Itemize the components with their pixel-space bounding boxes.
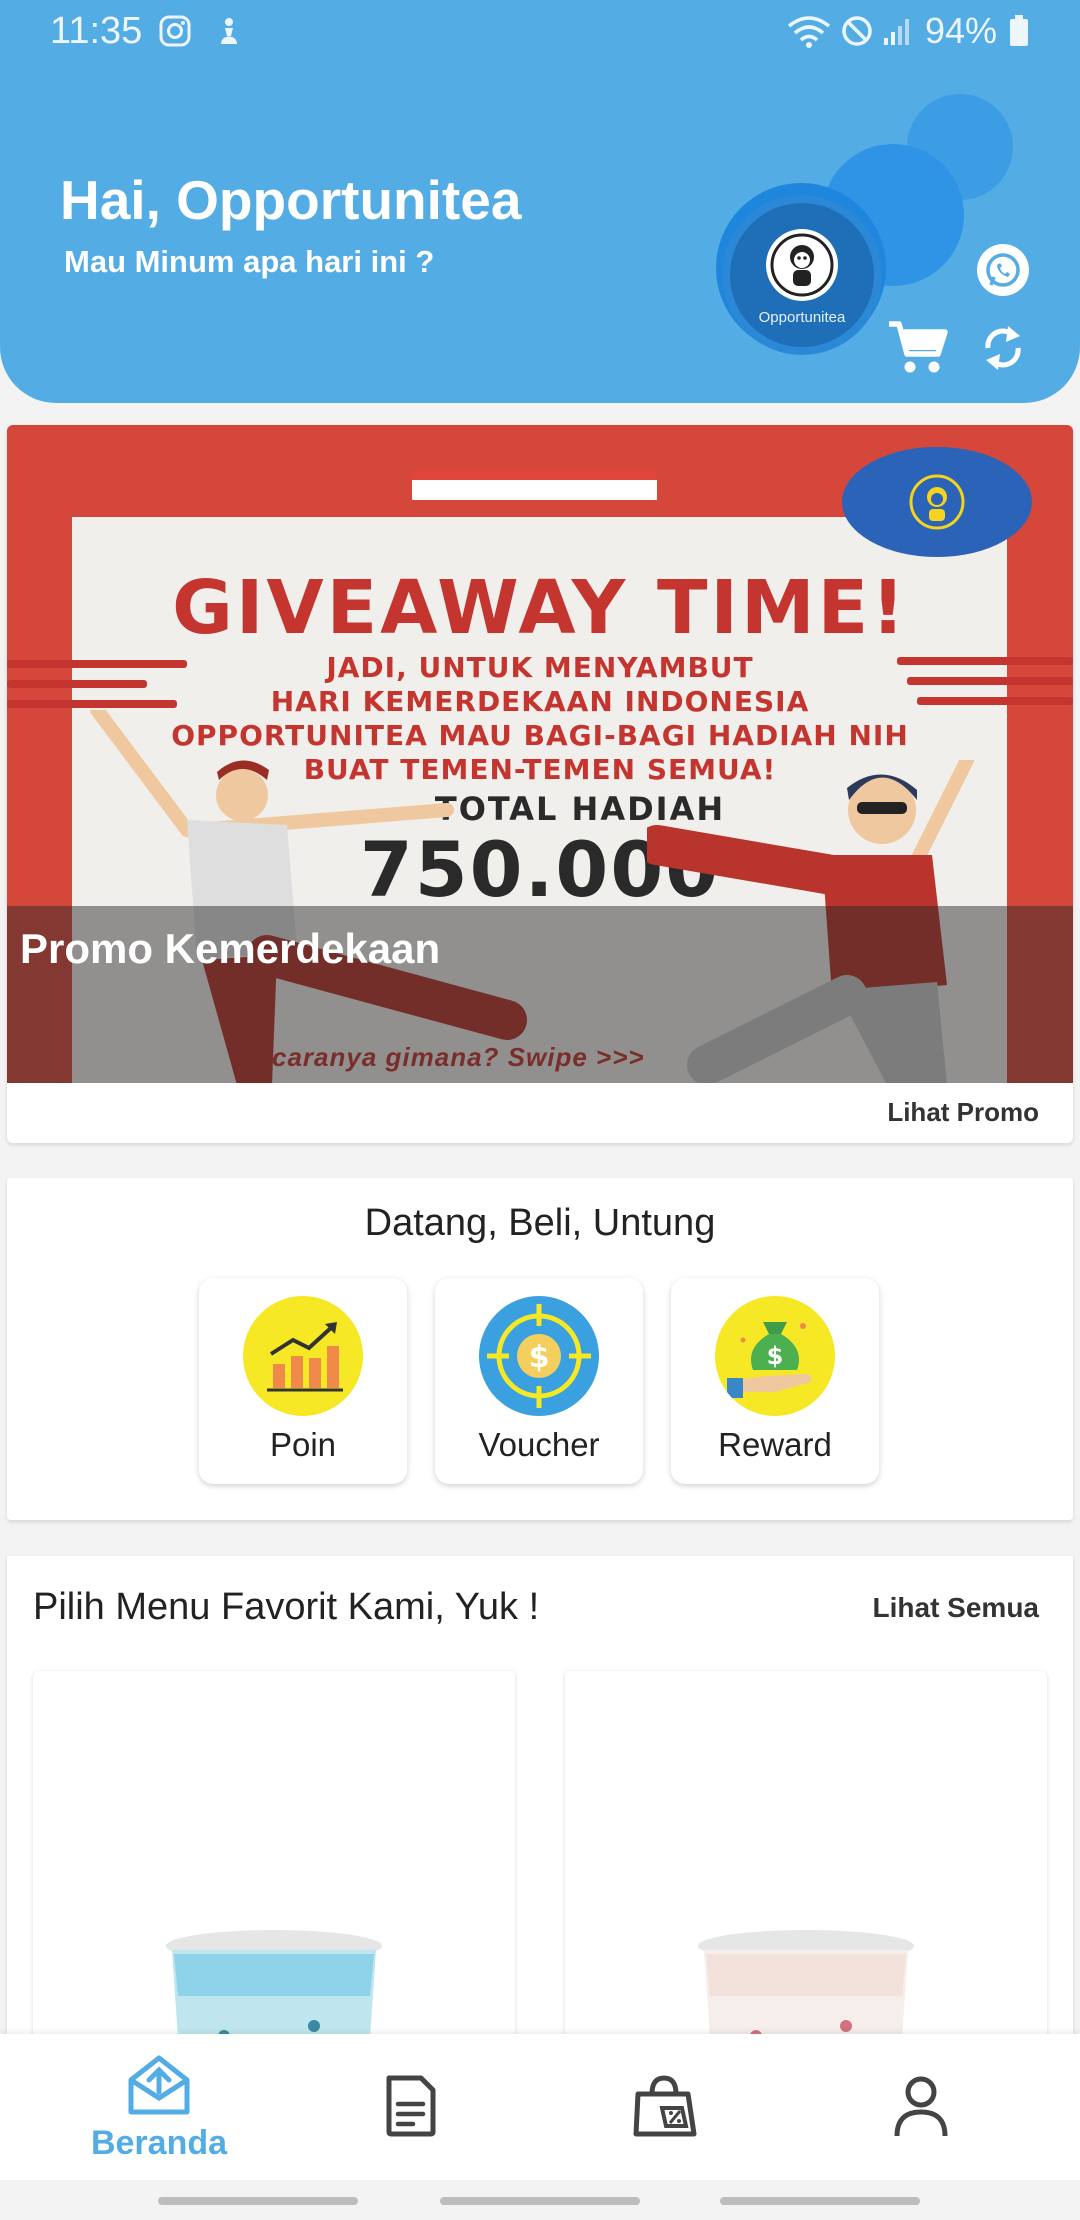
gesture-handle[interactable] (440, 2197, 640, 2205)
voucher-button[interactable]: $ Voucher (435, 1278, 643, 1484)
cart-button[interactable] (886, 318, 950, 383)
gesture-handle[interactable] (720, 2197, 920, 2205)
greeting-title: Hai, Opportunitea (60, 169, 522, 231)
wifi-icon (786, 14, 832, 55)
system-gesture-bar (0, 2180, 1080, 2220)
monkey-mascot-icon (909, 474, 965, 530)
whatsapp-icon (986, 253, 1020, 287)
greeting-subtitle: Mau Minum apa hari ini ? (64, 244, 435, 279)
whatsapp-button[interactable] (977, 244, 1029, 296)
cart-icon (889, 321, 948, 373)
store-logo: Opportunitea (722, 195, 882, 355)
banner-logo (842, 447, 1032, 557)
monkey-mascot-icon (766, 228, 838, 301)
refresh-button[interactable] (978, 318, 1028, 383)
nav-item-orders[interactable] (270, 2034, 540, 2180)
money-bag-hand-icon: $ (715, 1296, 835, 1416)
notification-app-icon (212, 14, 246, 53)
home-icon (128, 2055, 190, 2115)
status-bar: 11:35 94% (0, 0, 1080, 64)
features-card: Datang, Beli, Untung Poin $ Voucher $ Re… (7, 1178, 1073, 1520)
signal-icon (880, 14, 914, 53)
reward-button[interactable]: $ Reward (671, 1278, 879, 1484)
do-not-disturb-icon (840, 14, 874, 53)
promo-bag-icon (633, 2075, 697, 2137)
features-title: Datang, Beli, Untung (364, 1202, 716, 1244)
poin-label: Poin (269, 1426, 337, 1463)
header: 11:35 94% Hai, Opportunitea Mau Minum ap… (0, 0, 1080, 403)
document-icon (386, 2075, 436, 2137)
svg-text:$: $ (529, 1340, 550, 1375)
nav-item-promo[interactable] (540, 2034, 810, 2180)
banner-flag (412, 470, 657, 500)
bottom-nav: Beranda (0, 2034, 1080, 2180)
banner-headline: GIVEAWAY TIME! (172, 565, 908, 651)
promo-title: Promo Kemerdekaan (20, 925, 441, 972)
see-promo-link[interactable]: Lihat Promo (887, 1097, 1039, 1128)
battery-icon (1008, 14, 1030, 53)
menu-title: Pilih Menu Favorit Kami, Yuk ! (33, 1586, 540, 1628)
nav-item-beranda[interactable]: Beranda (0, 2034, 270, 2180)
poin-button[interactable]: Poin (199, 1278, 407, 1484)
profile-icon (894, 2076, 948, 2137)
app-screen: 11:35 94% Hai, Opportunitea Mau Minum ap… (0, 0, 1080, 2220)
voucher-label: Voucher (478, 1426, 600, 1463)
see-all-link[interactable]: Lihat Semua (873, 1592, 1039, 1624)
refresh-icon (985, 326, 1021, 370)
gesture-handle[interactable] (158, 2197, 358, 2205)
reward-label: Reward (718, 1426, 832, 1463)
status-time: 11:35 (50, 10, 143, 52)
promo-card[interactable]: GIVEAWAY TIME! JADI, UNTUK MENYAMBUT HAR… (7, 425, 1073, 1143)
dollar-coin-target-icon: $ (479, 1296, 599, 1416)
instagram-icon (158, 14, 192, 53)
logo-text: Opportunitea (758, 308, 846, 326)
battery-level: 94% (925, 10, 998, 51)
svg-text:$: $ (767, 1342, 784, 1370)
chart-growth-icon (243, 1296, 363, 1416)
nav-item-profile[interactable] (810, 2034, 1080, 2180)
banner-line: JADI, UNTUK MENYAMBUT (326, 651, 754, 684)
